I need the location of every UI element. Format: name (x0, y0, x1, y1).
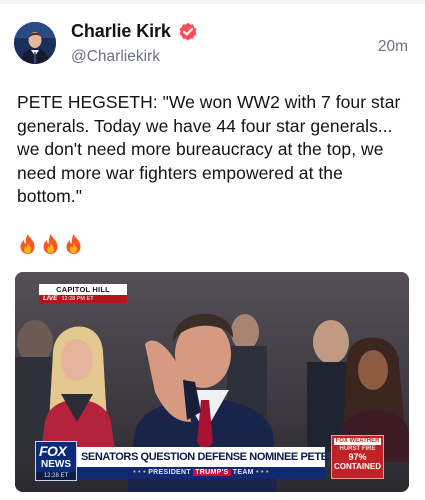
news-ticker: • • • PRESIDENT TRUMP'S TEAM • • • (77, 467, 325, 479)
post-card: Charlie Kirk @Charliekirk 20m PETE HEGSE… (0, 0, 425, 500)
fire-icon (43, 234, 58, 254)
divider (0, 0, 425, 4)
ticker-suffix: TEAM (232, 469, 254, 476)
fox-logo-text: FOX (39, 443, 67, 459)
ticker-highlight: TRUMP'S (193, 469, 231, 476)
fox-news-logo: FOX NEWS 12:28 ET (35, 441, 77, 481)
fire-icon (20, 234, 35, 254)
author-handle[interactable]: @Charliekirk (71, 48, 160, 66)
weather-percent: 97% (348, 452, 367, 462)
ticker-prefix: PRESIDENT (148, 469, 191, 476)
news-headline: SENATORS QUESTION DEFENSE NOMINEE PETE H… (77, 447, 381, 467)
news-logo-text: NEWS (41, 459, 71, 470)
fire-icon (66, 234, 81, 254)
weather-title: FOX WEATHER (334, 438, 381, 445)
weather-box: FOX WEATHER HURST FIRE 97% CONTAINED (331, 435, 384, 479)
weather-status: CONTAINED (334, 462, 381, 471)
live-label: LIVE (43, 295, 58, 302)
live-time: 12:28 PM ET (61, 296, 94, 302)
ticker-dots-right: • • • (256, 469, 269, 476)
author-name[interactable]: Charlie Kirk (71, 21, 171, 42)
post-media-video[interactable]: CAPITOL HILL LIVE 12:28 PM ET FOX NEWS 1… (15, 272, 409, 492)
emoji-row (17, 233, 84, 255)
broadcast-time: 12:28 ET (36, 472, 76, 480)
verified-badge-icon (179, 22, 197, 41)
location-label: CAPITOL HILL (39, 284, 127, 295)
news-lower-third: FOX NEWS 12:28 ET SENATORS QUESTION DEFE… (35, 435, 409, 486)
ticker-dots-left: • • • (133, 469, 146, 476)
avatar[interactable] (14, 22, 56, 64)
post-timestamp: 20m (377, 38, 408, 55)
live-strip: LIVE 12:28 PM ET (39, 295, 127, 303)
post-text: PETE HEGSETH: "We won WW2 with 7 four st… (17, 92, 401, 206)
